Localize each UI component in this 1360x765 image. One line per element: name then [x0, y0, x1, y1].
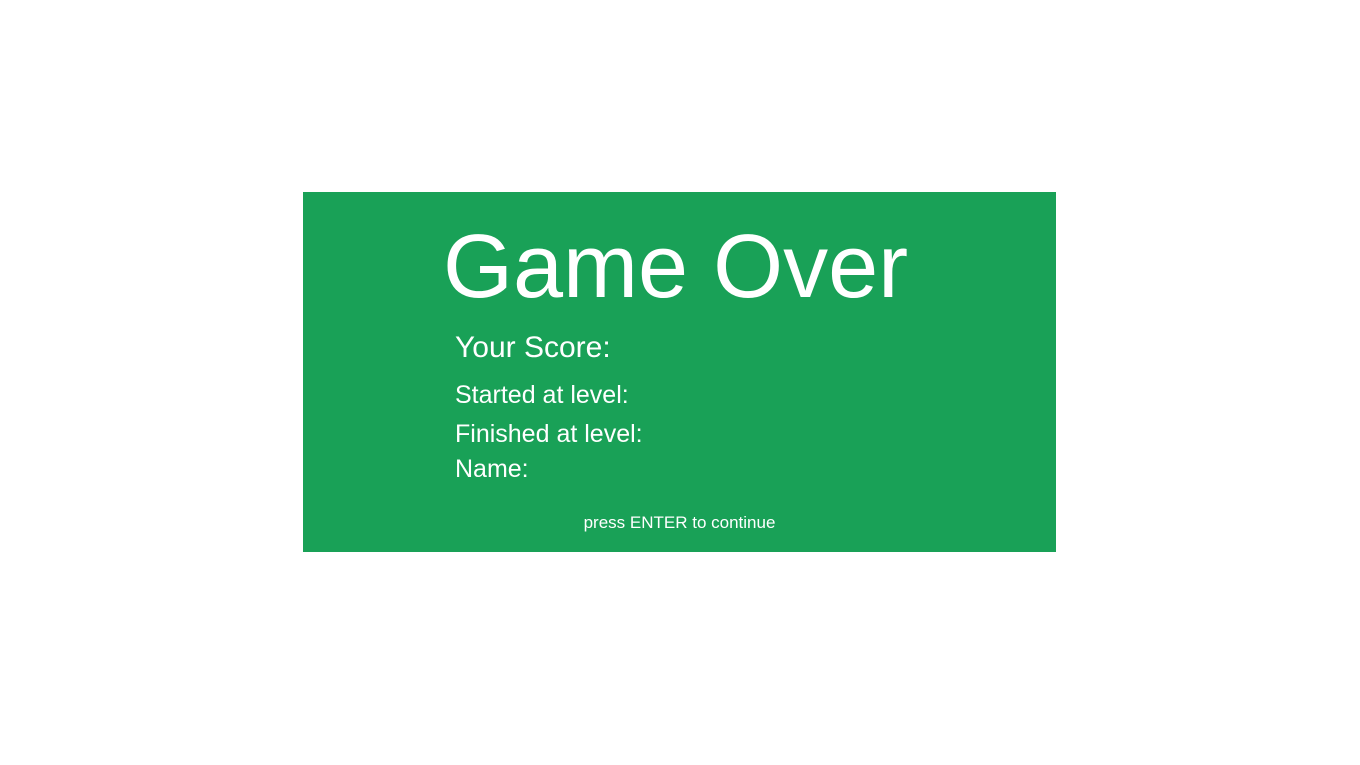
score-label: Your Score: [455, 331, 611, 364]
finished-level-label: Finished at level: [455, 420, 643, 448]
game-over-title: Game Over [443, 217, 909, 317]
name-label: Name: [455, 455, 529, 483]
continue-hint: press ENTER to continue [583, 513, 776, 532]
game-over-panel: Game Over Your Score: Started at level: … [303, 192, 1056, 552]
started-level-label: Started at level: [455, 381, 629, 409]
